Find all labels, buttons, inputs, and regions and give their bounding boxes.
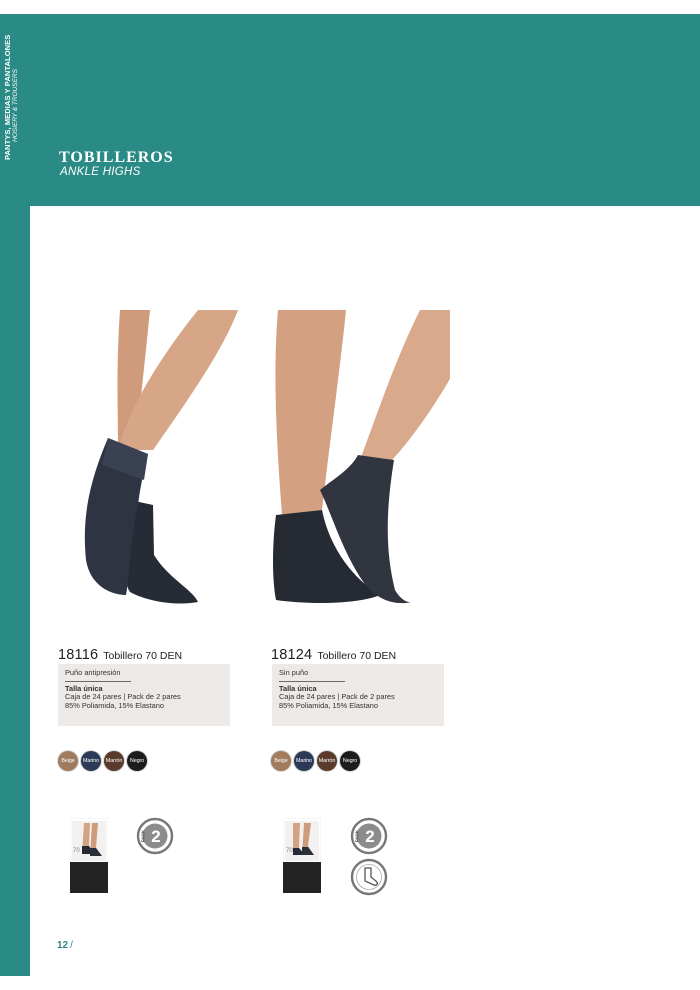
product-name: Tobillero 70 DEN <box>103 650 183 662</box>
product-composition: 85% Poliamida, 15% Elastano <box>279 701 379 711</box>
svg-text:70: 70 <box>286 848 293 854</box>
no-cuff-sock-icon <box>350 858 388 896</box>
product-code: 18116 <box>58 647 99 663</box>
swatch-beige[interactable]: Beige <box>271 751 291 771</box>
package-thumbnail: 70 <box>70 818 108 893</box>
product-heading: 18124 Tobillero 70 DEN <box>271 646 396 664</box>
color-swatches: Beige Marino Marrón Negro <box>271 751 363 771</box>
product-composition: 85% Poliamida, 15% Elastano <box>65 701 165 711</box>
swatch-negro[interactable]: Negro <box>127 751 147 771</box>
product-heading: 18116 Tobillero 70 DEN <box>58 646 182 664</box>
pack-count: 2 <box>151 827 160 846</box>
page-number-value: 12 <box>57 940 69 951</box>
section-subtitle: ANKLE HIGHS <box>60 166 141 178</box>
product-photo-18116 <box>84 310 238 604</box>
product-name: Tobillero 70 DEN <box>317 650 397 662</box>
pack-label: PACK <box>141 829 146 842</box>
product-photo-18124 <box>273 310 450 604</box>
category-subtitle: HOSIERY & TROUSERS <box>12 69 19 142</box>
package-thumbnail: 70 <box>283 818 321 893</box>
swatch-beige[interactable]: Beige <box>58 751 78 771</box>
product-code: 18124 <box>271 647 313 663</box>
product-info-box: Puño antipresión Talla única Caja de 24 … <box>58 664 230 726</box>
pack-2-badge: 2 PACK <box>350 817 388 855</box>
page-number: 12/ <box>57 940 73 951</box>
page-separator: / <box>70 940 73 951</box>
product-feature: Puño antipresión <box>65 668 131 682</box>
swatch-negro[interactable]: Negro <box>340 751 360 771</box>
color-swatches: Beige Marino Marrón Negro <box>58 751 150 771</box>
product-info-box: Sin puño Talla única Caja de 24 pares | … <box>272 664 444 726</box>
pack-2-badge: 2 PACK <box>136 817 174 855</box>
swatch-marron[interactable]: Marrón <box>104 751 124 771</box>
svg-text:70: 70 <box>73 848 80 854</box>
pack-label: PACK <box>355 829 360 842</box>
product-feature: Sin puño <box>279 668 345 682</box>
swatch-marino[interactable]: Marino <box>81 751 101 771</box>
category-label: PANTYS, MEDIAS Y PANTALONES HOSIERY & TR… <box>3 0 20 160</box>
pack-count: 2 <box>365 827 374 846</box>
swatch-marino[interactable]: Marino <box>294 751 314 771</box>
category-title: PANTYS, MEDIAS Y PANTALONES <box>3 34 12 160</box>
side-band <box>0 206 30 976</box>
swatch-marron[interactable]: Marrón <box>317 751 337 771</box>
section-title: TOBILLEROS <box>59 149 174 166</box>
